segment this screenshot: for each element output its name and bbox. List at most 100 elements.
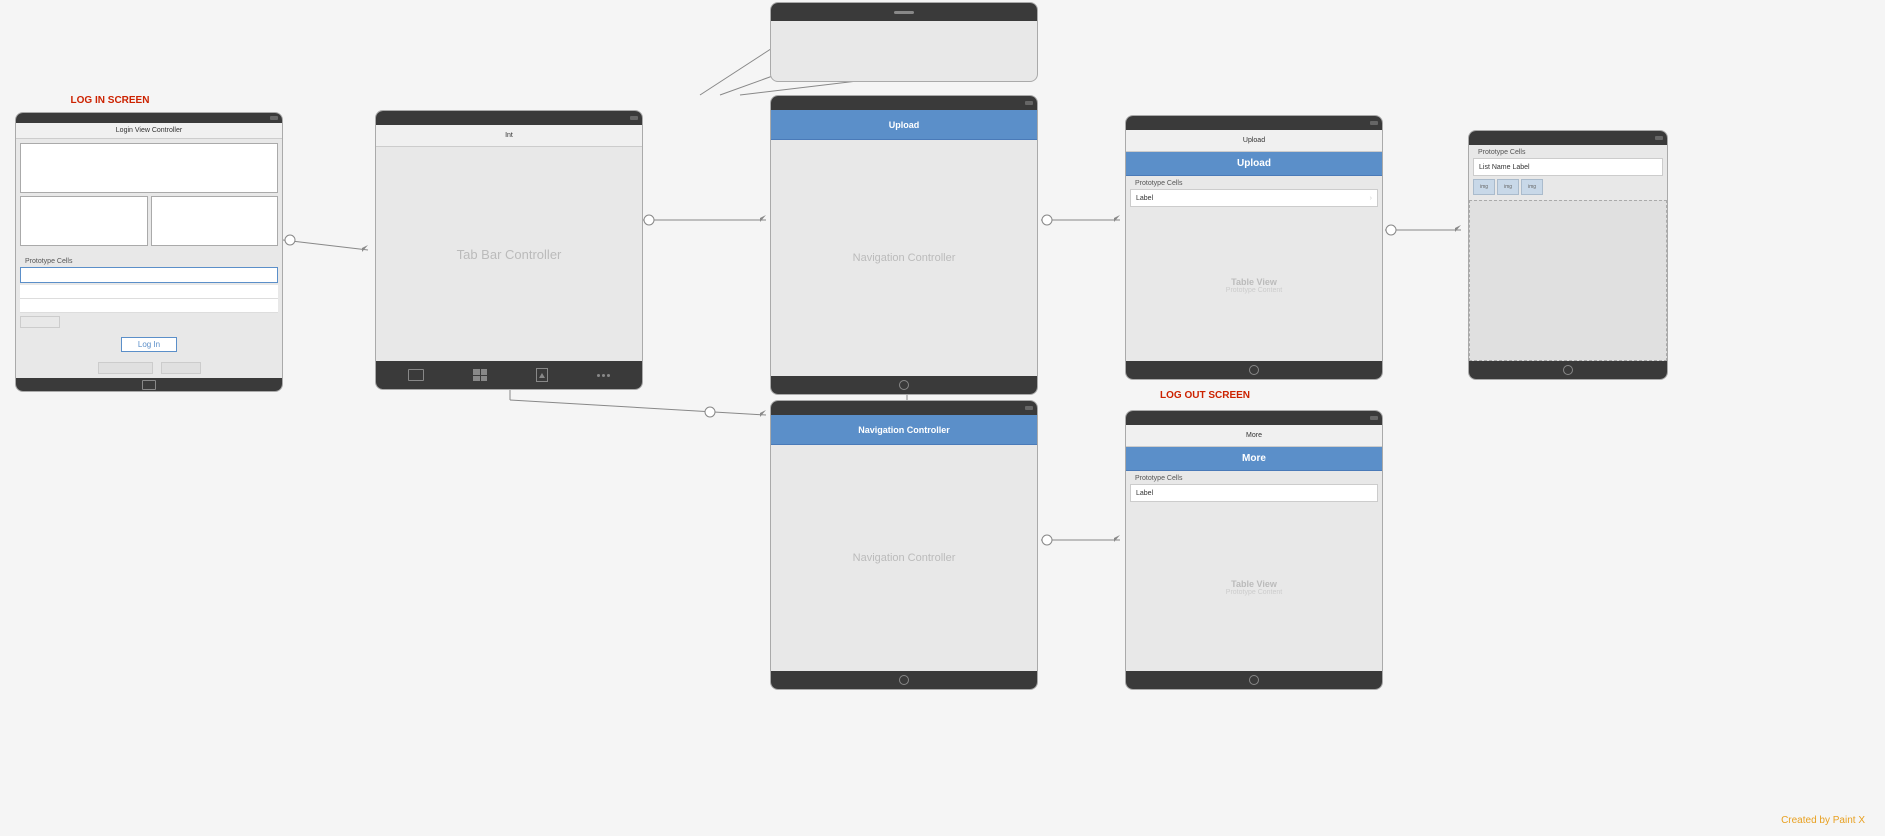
tab-bar-label: Tab Bar Controller bbox=[457, 247, 562, 262]
login-img-left bbox=[20, 196, 148, 246]
tv-upload-placeholder: Table View Prototype Content bbox=[1126, 209, 1382, 361]
login-input-field[interactable] bbox=[20, 267, 278, 283]
login-top-image bbox=[20, 143, 278, 193]
nav-controller-bottom-device: Navigation Controller Navigation Control… bbox=[770, 400, 1038, 690]
tab-status-dot bbox=[630, 116, 638, 120]
tab-bar[interactable] bbox=[376, 361, 642, 389]
nav-bot-body: Navigation Controller bbox=[771, 445, 1037, 671]
tv-more-cell: Label bbox=[1130, 484, 1378, 502]
table-view-upload-device: Upload Upload Prototype Cells Label › Ta… bbox=[1125, 115, 1383, 380]
tv-more-proto-label: Prototype Cells bbox=[1130, 473, 1378, 484]
nav-top-title: Upload bbox=[889, 120, 920, 130]
nav-controller-bottom-label: Navigation Controller bbox=[853, 552, 956, 564]
nav-bot-status bbox=[1025, 406, 1033, 410]
tv-more-nav-title: More bbox=[1246, 432, 1262, 439]
tab-nav-bar: Int bbox=[376, 125, 642, 147]
tv-upload-proto-content: Prototype Content bbox=[1226, 287, 1282, 294]
login-proto-section: Prototype Cells Log In bbox=[16, 253, 282, 358]
tvc-img3: img bbox=[1521, 179, 1543, 195]
tv-upload-nav-title: Upload bbox=[1243, 137, 1265, 144]
login-cell-1 bbox=[20, 285, 278, 299]
tvc-img2: img bbox=[1497, 179, 1519, 195]
tv-upload-footer bbox=[1126, 361, 1382, 379]
tv-more-footer bbox=[1126, 671, 1382, 689]
tv-more-status bbox=[1370, 416, 1378, 420]
tvc-cell-label: List Name Label bbox=[1473, 158, 1663, 176]
tvc-img1: img bbox=[1473, 179, 1495, 195]
nav-bot-bar: Navigation Controller bbox=[771, 415, 1037, 445]
tv-more-tv-label: Table View bbox=[1231, 579, 1277, 589]
tv-upload-title: Upload bbox=[1237, 158, 1271, 169]
login-button-row bbox=[20, 313, 278, 331]
nav-top-bar: Upload bbox=[771, 110, 1037, 140]
tv-more-title: More bbox=[1242, 453, 1266, 464]
tv-cell-label: Label › bbox=[1130, 189, 1378, 207]
home-indicator bbox=[894, 11, 914, 14]
tab-bar-device: Int Tab Bar Controller bbox=[375, 110, 643, 390]
login-device-header bbox=[16, 113, 282, 123]
tv-upload-home-icon bbox=[1249, 365, 1259, 375]
watermark: Created by Paint X bbox=[1781, 815, 1865, 826]
tv-more-blue-bar: More bbox=[1126, 447, 1382, 471]
tvc-list-name: List Name Label bbox=[1479, 164, 1530, 171]
tv-more-header bbox=[1126, 411, 1382, 425]
tv-more-proto-content: Prototype Content bbox=[1226, 589, 1282, 596]
tvc-proto-label: Prototype Cells bbox=[1473, 147, 1663, 158]
login-footer-btn1[interactable] bbox=[98, 362, 153, 374]
nav-bot-home-icon bbox=[899, 675, 909, 685]
tv-chevron: › bbox=[1370, 195, 1372, 202]
tv-proto-section: Prototype Cells Label › bbox=[1126, 176, 1382, 209]
tvc-proto-section: Prototype Cells List Name Label img img … bbox=[1469, 145, 1667, 200]
nav-bot-footer bbox=[771, 671, 1037, 689]
tv-upload-status bbox=[1370, 121, 1378, 125]
tv-more-proto-section: Prototype Cells Label bbox=[1126, 471, 1382, 504]
tvc-status bbox=[1655, 136, 1663, 140]
login-footer-btn2[interactable] bbox=[161, 362, 201, 374]
login-btn-area: Log In bbox=[20, 331, 278, 355]
table-view-more-device: More More Prototype Cells Label Table Vi… bbox=[1125, 410, 1383, 690]
tv-upload-header bbox=[1126, 116, 1382, 130]
tvc-home-icon bbox=[1563, 365, 1573, 375]
tv-cell-text: Label bbox=[1136, 195, 1153, 202]
tv-more-cell-text: Label bbox=[1136, 490, 1153, 497]
tab-body: Tab Bar Controller bbox=[376, 147, 642, 361]
nav-top-home-icon bbox=[899, 380, 909, 390]
nav-top-status bbox=[1025, 101, 1033, 105]
login-button[interactable]: Log In bbox=[121, 337, 177, 352]
tvc-header bbox=[1469, 131, 1667, 145]
tab-icon-upload[interactable] bbox=[536, 368, 548, 382]
status-bar-dot bbox=[270, 116, 278, 120]
nav-controller-top-device: Upload Navigation Controller bbox=[770, 95, 1038, 395]
tv-more-home-icon bbox=[1249, 675, 1259, 685]
login-image-row bbox=[20, 196, 278, 246]
tab-title: Int bbox=[505, 132, 513, 139]
tab-device-header bbox=[376, 111, 642, 125]
login-nav-bar: Login View Controller bbox=[16, 123, 282, 139]
canvas: LOG IN SCREEN Login View Controller Prot… bbox=[0, 0, 1885, 836]
login-title: Login View Controller bbox=[116, 127, 182, 134]
login-screen-label: LOG IN SCREEN bbox=[60, 95, 160, 106]
nav-bot-title: Navigation Controller bbox=[858, 425, 950, 435]
login-device-footer bbox=[16, 378, 282, 391]
nav-top-body: Navigation Controller bbox=[771, 140, 1037, 376]
tvc-footer bbox=[1469, 361, 1667, 379]
tvc-body bbox=[1469, 200, 1667, 361]
login-small-btn[interactable] bbox=[20, 316, 60, 328]
tab-icon-list[interactable] bbox=[408, 369, 424, 381]
table-view-content-device: Prototype Cells List Name Label img img … bbox=[1468, 130, 1668, 380]
tv-upload-tv-label: Table View bbox=[1231, 277, 1277, 287]
login-device: Login View Controller Prototype Cells Lo… bbox=[15, 112, 283, 392]
tvc-image-row: img img img bbox=[1473, 176, 1663, 198]
nav-top-header bbox=[771, 96, 1037, 110]
login-cell-2 bbox=[20, 299, 278, 313]
nav-controller-top-label: Navigation Controller bbox=[853, 252, 956, 264]
login-footer-btns bbox=[16, 358, 282, 378]
login-img-right bbox=[151, 196, 279, 246]
tv-upload-blue-bar: Upload bbox=[1126, 152, 1382, 176]
tv-more-nav: More bbox=[1126, 425, 1382, 447]
tab-icon-more[interactable] bbox=[597, 374, 610, 377]
nav-top-footer bbox=[771, 376, 1037, 394]
tv-upload-nav: Upload bbox=[1126, 130, 1382, 152]
nav-bot-header bbox=[771, 401, 1037, 415]
tab-icon-grid[interactable] bbox=[473, 369, 487, 381]
